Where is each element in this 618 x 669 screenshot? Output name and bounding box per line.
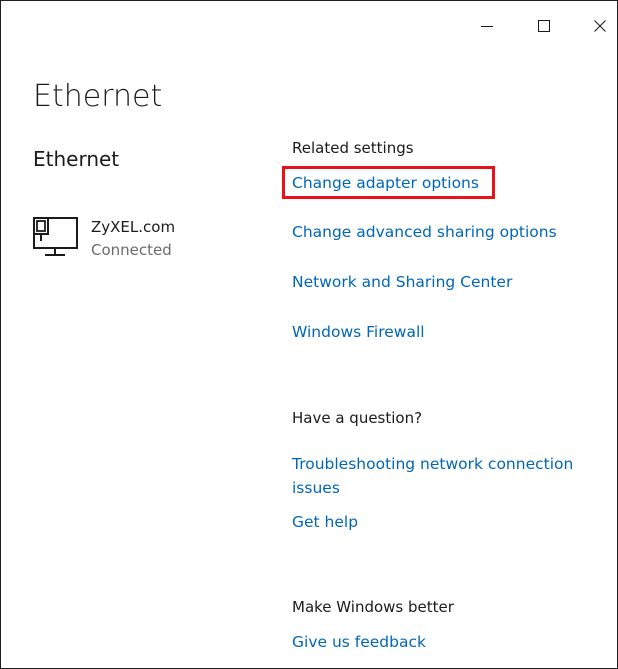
network-adapter-item[interactable]: ZyXEL.com Connected — [33, 215, 253, 265]
have-a-question-heading: Have a question? — [292, 409, 423, 427]
make-windows-better-heading: Make Windows better — [292, 598, 454, 616]
give-us-feedback-link[interactable]: Give us feedback — [292, 630, 426, 654]
change-advanced-sharing-options-link[interactable]: Change advanced sharing options — [292, 220, 557, 244]
settings-window: Ethernet Ethernet ZyXEL.com Connected Re… — [0, 0, 618, 669]
section-title: Ethernet — [33, 147, 120, 171]
close-button[interactable] — [577, 1, 617, 51]
network-and-sharing-center-link[interactable]: Network and Sharing Center — [292, 270, 512, 294]
windows-firewall-link[interactable]: Windows Firewall — [292, 320, 425, 344]
related-settings-heading: Related settings — [292, 139, 414, 157]
minimize-icon — [481, 26, 493, 27]
adapter-status: Connected — [91, 241, 172, 259]
adapter-name: ZyXEL.com — [91, 218, 176, 236]
troubleshooting-network-link[interactable]: Troubleshooting network connection issue… — [292, 452, 592, 500]
minimize-button[interactable] — [464, 1, 510, 51]
ethernet-network-icon — [33, 217, 78, 256]
page-title: Ethernet — [33, 79, 163, 114]
close-icon — [594, 20, 606, 32]
get-help-link[interactable]: Get help — [292, 510, 358, 534]
maximize-button[interactable] — [521, 1, 567, 51]
title-bar — [1, 1, 617, 51]
maximize-icon — [538, 20, 550, 32]
change-adapter-options-link[interactable]: Change adapter options — [292, 171, 479, 195]
